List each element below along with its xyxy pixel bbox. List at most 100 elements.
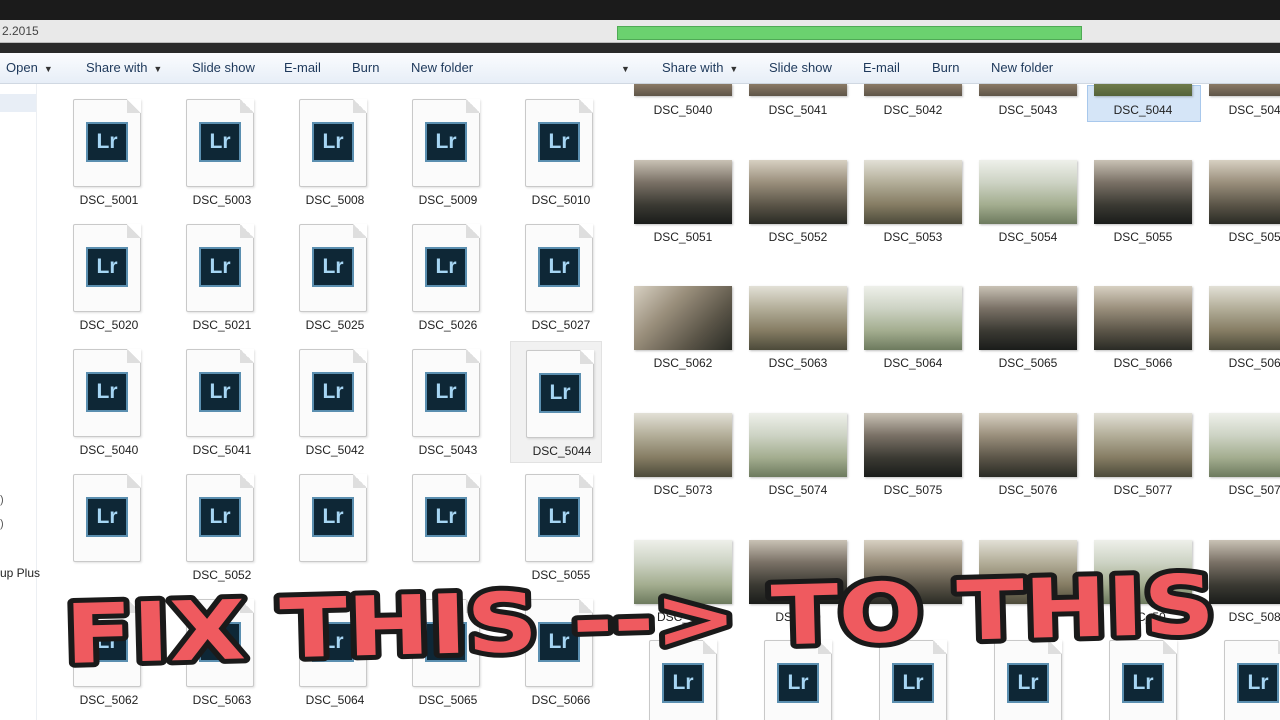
lr-badge: Lr	[539, 373, 581, 413]
file-item[interactable]: Lr DSC_5041	[177, 347, 267, 467]
file-name: DSC_5077	[1113, 483, 1173, 497]
left-address-bar[interactable]: 2.2015	[0, 20, 617, 43]
photo-thumbnail[interactable]	[1209, 84, 1280, 96]
toolbar-button-share-with[interactable]: Share with ▼	[662, 60, 738, 75]
photo-thumbnail[interactable]	[864, 160, 962, 224]
file-item[interactable]: Lr DSC_5063	[177, 597, 267, 717]
photo-thumbnail[interactable]	[979, 84, 1077, 96]
file-item[interactable]: Lr DSC_5001	[64, 97, 154, 217]
photo-thumbnail[interactable]	[749, 84, 847, 96]
lightroom-file-icon: Lr	[412, 349, 480, 437]
photo-thumbnail[interactable]	[749, 540, 847, 604]
photo-thumbnail[interactable]	[634, 540, 732, 604]
right-command-bar: ▼ Share with ▼ Slide show E-mail Burn New fold…	[617, 53, 1280, 84]
navigation-pane[interactable]: ) ) up Plus	[0, 84, 40, 720]
file-item[interactable]: Lr DSC_5027	[516, 222, 606, 342]
photo-thumbnail[interactable]	[979, 286, 1077, 350]
toolbar-button-e-mail[interactable]: E-mail	[863, 60, 900, 75]
lightroom-file-icon[interactable]: Lr	[1109, 640, 1177, 720]
photo-thumbnail[interactable]	[979, 160, 1077, 224]
photo-thumbnail[interactable]	[864, 286, 962, 350]
toolbar-button-burn[interactable]: Burn	[932, 60, 959, 75]
file-item[interactable]: Lr	[403, 472, 493, 592]
file-name: DSC_5074	[768, 483, 828, 497]
toolbar-button-label: Share with	[662, 60, 724, 75]
toolbar-button-share-with[interactable]: Share with ▼	[86, 60, 162, 75]
file-name: DSC_5043	[998, 103, 1058, 117]
toolbar-button-slide-show[interactable]: Slide show	[192, 60, 255, 75]
lr-badge: Lr	[199, 497, 241, 537]
lightroom-file-icon: Lr	[299, 349, 367, 437]
lightroom-file-icon: Lr	[412, 99, 480, 187]
lightroom-file-icon[interactable]: Lr	[879, 640, 947, 720]
photo-thumbnail[interactable]	[864, 413, 962, 477]
photo-thumbnail[interactable]	[634, 160, 732, 224]
photo-thumbnail[interactable]	[1209, 540, 1280, 604]
photo-thumbnail[interactable]	[864, 540, 962, 604]
toolbar-button-new-folder[interactable]: New folder	[411, 60, 473, 75]
file-item[interactable]: Lr DSC_5064	[290, 597, 380, 717]
photo-thumbnail[interactable]	[1209, 413, 1280, 477]
file-item[interactable]: Lr DSC_5010	[516, 97, 606, 217]
lightroom-file-icon[interactable]: Lr	[1224, 640, 1280, 720]
file-name: DSC_5009	[418, 193, 478, 207]
toolbar-button-open[interactable]: Open ▼	[6, 60, 53, 75]
toolbar-button-new-folder[interactable]: New folder	[991, 60, 1053, 75]
toolbar-button-label: Open	[6, 60, 38, 75]
file-name: DSC_5026	[418, 318, 478, 332]
lightroom-file-icon: Lr	[299, 474, 367, 562]
file-item[interactable]: Lr DSC_5065	[403, 597, 493, 717]
file-name: DSC_5075	[883, 483, 943, 497]
file-item[interactable]: Lr DSC_5052	[177, 472, 267, 592]
toolbar-button-slide-show[interactable]: Slide show	[769, 60, 832, 75]
file-item[interactable]: Lr DSC_5043	[403, 347, 493, 467]
lightroom-file-icon: Lr	[73, 99, 141, 187]
toolbar-button-organize[interactable]: ▼	[617, 60, 630, 75]
file-item[interactable]: Lr DSC_5008	[290, 97, 380, 217]
photo-thumbnail[interactable]	[1094, 160, 1192, 224]
photo-thumbnail[interactable]	[1094, 286, 1192, 350]
file-item[interactable]: Lr	[290, 472, 380, 592]
file-item[interactable]: Lr DSC_5062	[64, 597, 154, 717]
photo-thumbnail[interactable]	[634, 286, 732, 350]
file-item[interactable]: Lr DSC_5025	[290, 222, 380, 342]
photo-thumbnail[interactable]	[634, 84, 732, 96]
nav-item-label[interactable]: up Plus	[0, 566, 40, 580]
toolbar-button-e-mail[interactable]: E-mail	[284, 60, 321, 75]
lr-badge: Lr	[1237, 663, 1279, 703]
file-name: 86	[906, 610, 920, 624]
photo-thumbnail[interactable]	[749, 413, 847, 477]
lightroom-file-icon: Lr	[73, 599, 141, 687]
file-item[interactable]: Lr DSC_5026	[403, 222, 493, 342]
file-item[interactable]: Lr DSC_5021	[177, 222, 267, 342]
copy-progress-area	[617, 20, 1280, 43]
toolbar-button-burn[interactable]: Burn	[352, 60, 379, 75]
photo-thumbnail[interactable]	[1094, 84, 1192, 96]
photo-thumbnail[interactable]	[1209, 286, 1280, 350]
lightroom-file-icon[interactable]: Lr	[994, 640, 1062, 720]
file-item[interactable]: Lr DSC_5044	[510, 341, 602, 463]
photo-thumbnail[interactable]	[1209, 160, 1280, 224]
file-name: DSC_5044	[532, 444, 592, 458]
photo-thumbnail[interactable]	[634, 413, 732, 477]
lr-badge: Lr	[86, 622, 128, 662]
photo-thumbnail[interactable]	[749, 160, 847, 224]
photo-thumbnail[interactable]	[1094, 413, 1192, 477]
file-item[interactable]: Lr DSC_5066	[516, 597, 606, 717]
lightroom-file-icon[interactable]: Lr	[764, 640, 832, 720]
file-item[interactable]: Lr	[64, 472, 154, 592]
lightroom-file-icon[interactable]: Lr	[649, 640, 717, 720]
photo-thumbnail[interactable]	[1094, 540, 1192, 604]
photo-thumbnail[interactable]	[864, 84, 962, 96]
nav-selected-item[interactable]	[0, 94, 36, 112]
file-item[interactable]: Lr DSC_5020	[64, 222, 154, 342]
file-item[interactable]: Lr DSC_5040	[64, 347, 154, 467]
photo-thumbnail[interactable]	[749, 286, 847, 350]
photo-thumbnail[interactable]	[979, 540, 1077, 604]
file-item[interactable]: Lr DSC_5042	[290, 347, 380, 467]
file-item[interactable]: Lr DSC_5055	[516, 472, 606, 592]
file-item[interactable]: Lr DSC_5003	[177, 97, 267, 217]
chevron-down-icon: ▼	[729, 64, 739, 74]
file-item[interactable]: Lr DSC_5009	[403, 97, 493, 217]
photo-thumbnail[interactable]	[979, 413, 1077, 477]
